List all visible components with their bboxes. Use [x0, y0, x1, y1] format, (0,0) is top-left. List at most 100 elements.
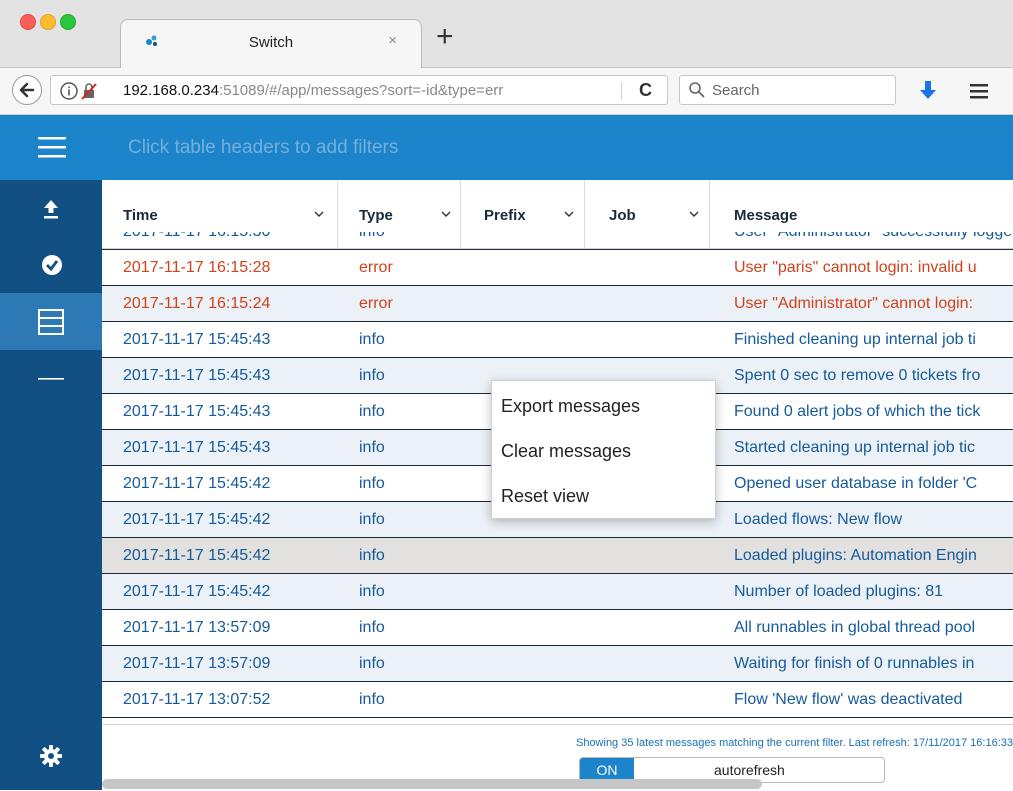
toggle-label: autorefresh — [714, 762, 785, 778]
cell-time: 2017-11-17 16:15:30 — [123, 232, 270, 241]
table-row[interactable]: 2017-11-17 15:45:42 info Number of loade… — [102, 574, 1013, 610]
sidebar-item-collapse[interactable] — [0, 365, 102, 395]
back-button[interactable] — [12, 75, 42, 105]
upload-icon — [44, 200, 58, 219]
sidebar-item-messages[interactable] — [0, 293, 102, 350]
cell-time: 2017-11-17 15:45:43 — [123, 331, 271, 348]
tab-title: Switch — [248, 34, 294, 51]
filter-hint: Click table headers to add filters — [128, 137, 399, 158]
check-circle-icon — [42, 255, 62, 275]
cell-message: Loaded flows: New flow — [734, 511, 903, 528]
cell-type: info — [359, 403, 385, 420]
messages-list-icon — [38, 309, 64, 335]
reload-icon[interactable]: C — [639, 80, 652, 101]
gear-icon — [40, 745, 62, 767]
cell-message: User "Administrator" cannot login: — [734, 295, 974, 312]
info-icon[interactable] — [59, 81, 79, 101]
url-path: :51089/#/app/messages?sort=-id&type=err — [218, 82, 504, 99]
cell-time: 2017-11-17 15:45:42 — [123, 511, 271, 528]
back-arrow-icon — [19, 82, 35, 98]
cell-type: info — [359, 583, 385, 600]
cell-type: info — [359, 331, 385, 348]
cell-type: info — [359, 367, 385, 384]
cell-message: Spent 0 sec to remove 0 tickets fro — [734, 367, 981, 384]
sidebar-item-upload[interactable] — [0, 190, 102, 230]
table-row[interactable]: 2017-11-17 13:07:52 info Flow 'New flow'… — [102, 682, 1013, 718]
cell-time: 2017-11-17 15:45:43 — [123, 403, 271, 420]
table-row[interactable]: 2017-11-17 16:15:30 info User "Administr… — [102, 232, 1013, 250]
new-tab-button[interactable]: + — [436, 22, 454, 52]
cell-type: info — [359, 547, 385, 564]
cell-time: 2017-11-17 13:57:09 — [123, 619, 271, 636]
cell-message: Flow 'New flow' was deactivated — [734, 691, 963, 708]
sidebar-item-check[interactable] — [0, 245, 102, 287]
table-row[interactable]: 2017-11-17 16:15:24 error User "Administ… — [102, 286, 1013, 322]
cell-type: info — [359, 439, 385, 456]
filter-bar: Click table headers to add filters — [102, 115, 1013, 180]
column-label: Type — [359, 207, 393, 224]
cell-time: 2017-11-17 13:07:52 — [123, 691, 271, 708]
chevron-down-icon — [564, 211, 574, 217]
zoom-window-button[interactable] — [60, 14, 76, 30]
browser-tab-bar: Switch × + — [0, 0, 1013, 68]
context-menu: Export messages Clear messages Reset vie… — [491, 380, 716, 519]
cell-type: info — [359, 475, 385, 492]
hamburger-menu-icon[interactable] — [968, 80, 990, 102]
clear-messages-menu-item[interactable]: Clear messages — [501, 441, 631, 462]
url-text[interactable]: 192.168.0.234:51089/#/app/messages?sort=… — [123, 82, 603, 99]
cell-message: Started cleaning up internal job tic — [734, 439, 976, 456]
horizontal-scrollbar[interactable] — [102, 779, 762, 789]
search-placeholder: Search — [712, 82, 760, 99]
cell-message: Finished cleaning up internal job ti — [734, 331, 976, 348]
cell-message: Number of loaded plugins: 81 — [734, 583, 944, 600]
minimize-window-button[interactable] — [40, 14, 56, 30]
cell-message: User "Administrator" successfully logged… — [734, 232, 1013, 241]
dash-icon — [38, 378, 64, 380]
column-label: Time — [123, 207, 158, 224]
sidebar-menu-toggle[interactable] — [0, 115, 102, 180]
url-host: 192.168.0.234 — [123, 82, 219, 99]
close-window-button[interactable] — [20, 14, 36, 30]
cell-time: 2017-11-17 15:45:43 — [123, 367, 271, 384]
table-row[interactable]: 2017-11-17 16:15:28 error User "paris" c… — [102, 250, 1013, 286]
export-messages-menu-item[interactable]: Export messages — [501, 396, 640, 417]
cell-type: info — [359, 511, 385, 528]
cell-type: info — [359, 232, 385, 241]
cell-message: Loaded plugins: Automation Engin — [734, 547, 977, 564]
chevron-down-icon — [441, 211, 451, 217]
chevron-down-icon — [314, 211, 324, 217]
cell-time: 2017-11-17 15:45:42 — [123, 583, 271, 600]
sidebar-item-settings[interactable] — [0, 737, 102, 777]
insecure-lock-icon[interactable] — [79, 81, 99, 101]
browser-search-input[interactable]: Search — [679, 75, 896, 105]
cell-type: info — [359, 655, 385, 672]
browser-tab[interactable]: Switch × — [120, 19, 422, 68]
app-sidebar — [0, 115, 102, 790]
table-row[interactable]: 2017-11-17 15:45:43 info Finished cleani… — [102, 322, 1013, 358]
browser-nav-bar: 192.168.0.234:51089/#/app/messages?sort=… — [0, 68, 1013, 115]
chevron-down-icon — [689, 211, 699, 217]
cell-type: error — [359, 295, 393, 312]
menu-icon — [38, 137, 66, 158]
cell-message: Waiting for finish of 0 runnables in — [734, 655, 975, 672]
url-separator — [621, 82, 622, 100]
column-label: Message — [734, 207, 798, 224]
table-row-hovered[interactable]: 2017-11-17 15:45:42 info Loaded plugins:… — [102, 538, 1013, 574]
table-row[interactable]: 2017-11-17 13:57:09 info Waiting for fin… — [102, 646, 1013, 682]
download-icon[interactable] — [917, 79, 939, 103]
cell-time: 2017-11-17 16:15:28 — [123, 259, 271, 276]
cell-message: Found 0 alert jobs of which the tick — [734, 403, 981, 420]
column-label: Prefix — [484, 207, 526, 224]
table-footer: Showing 35 latest messages matching the … — [102, 724, 1013, 791]
table-row[interactable]: 2017-11-17 13:57:09 info All runnables i… — [102, 610, 1013, 646]
status-text: Showing 35 latest messages matching the … — [575, 737, 1013, 749]
cell-time: 2017-11-17 15:45:42 — [123, 547, 271, 564]
cell-time: 2017-11-17 13:57:09 — [123, 655, 271, 672]
url-bar[interactable]: 192.168.0.234:51089/#/app/messages?sort=… — [50, 75, 668, 105]
tab-close-icon[interactable]: × — [388, 32, 397, 49]
reset-view-menu-item[interactable]: Reset view — [501, 486, 589, 507]
search-icon — [689, 82, 705, 98]
cell-time: 2017-11-17 16:15:24 — [123, 295, 271, 312]
cell-message: Opened user database in folder 'C — [734, 475, 978, 492]
cell-type: error — [359, 259, 393, 276]
